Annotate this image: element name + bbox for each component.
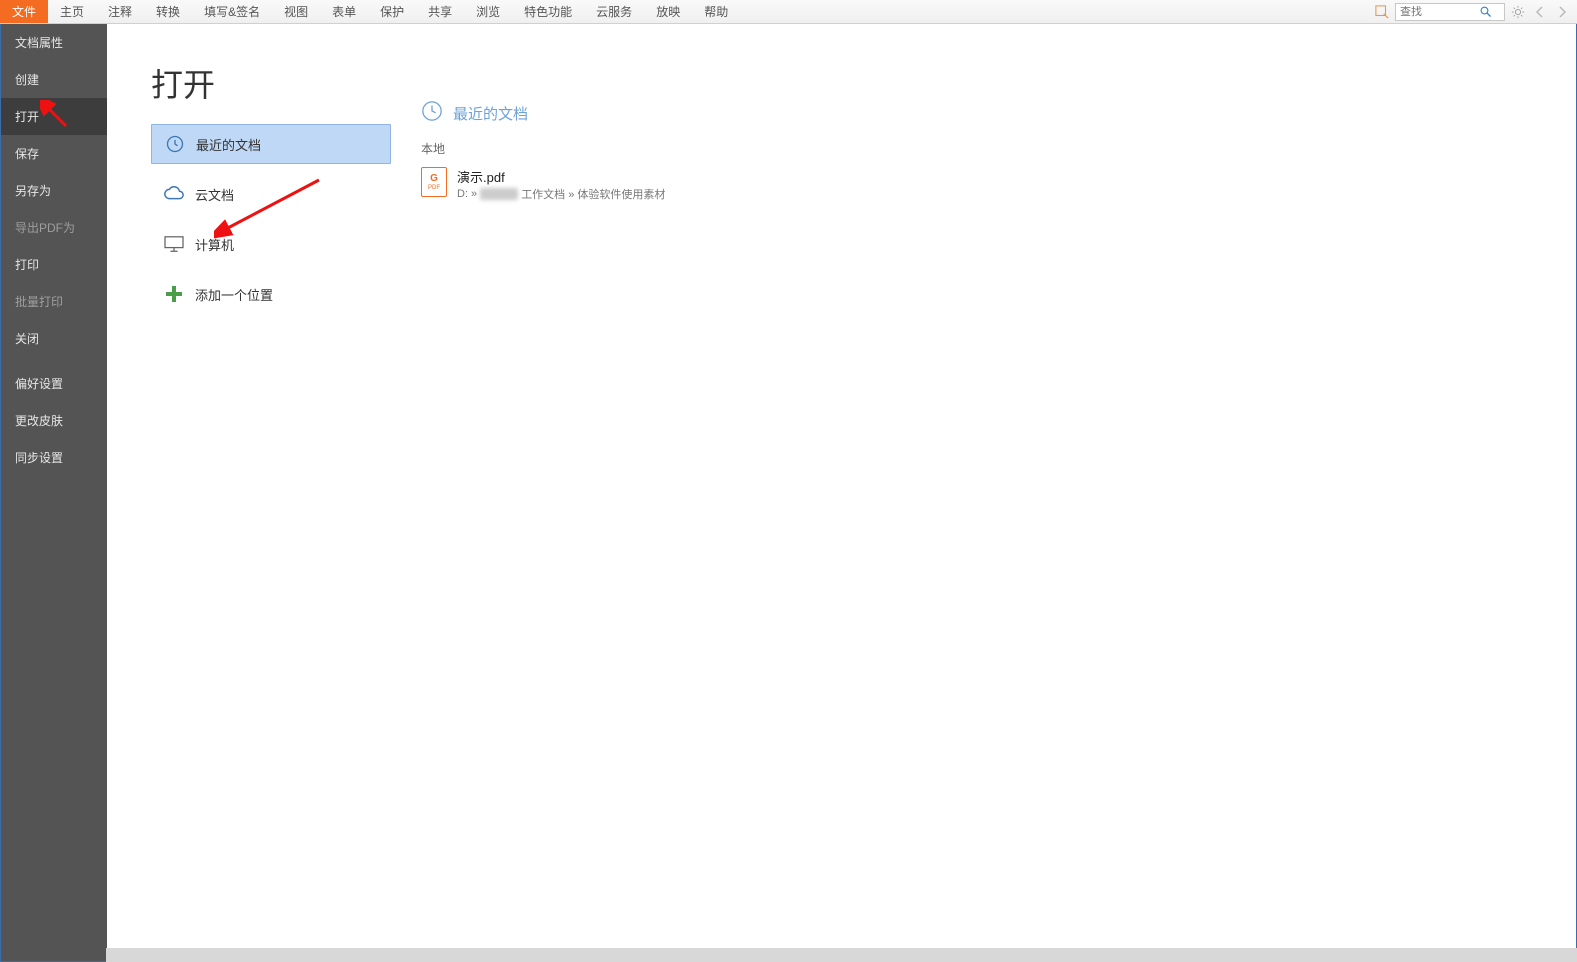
main-area: 文档属性 创建 打开 保存 另存为 导出PDF为 打印 批量打印 关闭 偏好设置… — [0, 24, 1577, 962]
nav-next-icon[interactable] — [1553, 3, 1571, 21]
tab-convert[interactable]: 转换 — [144, 0, 192, 23]
file-path-prefix: D: » — [457, 188, 477, 200]
file-name: 演示.pdf — [457, 167, 665, 186]
tab-feature[interactable]: 特色功能 — [512, 0, 584, 23]
cloud-icon — [163, 183, 185, 205]
plus-icon — [163, 283, 185, 305]
tab-view[interactable]: 视图 — [272, 0, 320, 23]
search-input[interactable] — [1400, 6, 1480, 18]
location-add[interactable]: 添加一个位置 — [151, 274, 391, 314]
tab-play[interactable]: 放映 — [644, 0, 692, 23]
search-mode-icon[interactable] — [1373, 3, 1391, 21]
file-sidebar: 文档属性 创建 打开 保存 另存为 导出PDF为 打印 批量打印 关闭 偏好设置… — [1, 24, 107, 961]
recent-section-local: 本地 — [421, 140, 1576, 157]
recent-header-label: 最近的文档 — [453, 103, 528, 124]
search-box[interactable] — [1395, 3, 1505, 21]
gear-icon[interactable] — [1509, 3, 1527, 21]
tab-cloud[interactable]: 云服务 — [584, 0, 644, 23]
tab-help[interactable]: 帮助 — [692, 0, 740, 23]
location-label: 最近的文档 — [196, 135, 261, 154]
location-cloud[interactable]: 云文档 — [151, 174, 391, 214]
sidebar-separator — [1, 357, 107, 365]
sidebar-item-preferences[interactable]: 偏好设置 — [1, 365, 107, 402]
open-panel-right: 最近的文档 本地 GPDF 演示.pdf D: » xxxx 工作文档 » 体验… — [391, 24, 1576, 961]
sidebar-item-create[interactable]: 创建 — [1, 61, 107, 98]
file-path-rest: 工作文档 » 体验软件使用素材 — [521, 186, 665, 202]
sidebar-item-print[interactable]: 打印 — [1, 246, 107, 283]
computer-icon — [163, 233, 185, 255]
recent-file-item[interactable]: GPDF 演示.pdf D: » xxxx 工作文档 » 体验软件使用素材 — [421, 163, 1576, 206]
nav-prev-icon[interactable] — [1531, 3, 1549, 21]
file-path: D: » xxxx 工作文档 » 体验软件使用素材 — [457, 186, 665, 202]
tab-form[interactable]: 表单 — [320, 0, 368, 23]
content-area: 打开 最近的文档 云文档 — [107, 24, 1576, 961]
page-title: 打开 — [107, 60, 391, 124]
pdf-file-icon: GPDF — [421, 167, 447, 197]
clock-icon — [164, 133, 186, 155]
sidebar-item-export[interactable]: 导出PDF为 — [1, 209, 107, 246]
top-right-controls — [1373, 0, 1577, 23]
sidebar-item-skin[interactable]: 更改皮肤 — [1, 402, 107, 439]
location-computer[interactable]: 计算机 — [151, 224, 391, 264]
sidebar-item-save[interactable]: 保存 — [1, 135, 107, 172]
tab-share[interactable]: 共享 — [416, 0, 464, 23]
sidebar-item-close[interactable]: 关闭 — [1, 320, 107, 357]
sidebar-item-open[interactable]: 打开 — [1, 98, 107, 135]
location-label: 云文档 — [195, 185, 234, 204]
location-label: 计算机 — [195, 235, 234, 254]
file-path-redacted: xxxx — [480, 188, 518, 200]
search-icon[interactable] — [1480, 6, 1492, 18]
tab-protect[interactable]: 保护 — [368, 0, 416, 23]
tab-fillsign[interactable]: 填写&签名 — [192, 0, 272, 23]
recent-header: 最近的文档 — [421, 100, 1576, 126]
location-list: 最近的文档 云文档 计算机 — [107, 124, 391, 324]
open-panel-left: 打开 最近的文档 云文档 — [107, 24, 391, 961]
sidebar-item-sync[interactable]: 同步设置 — [1, 439, 107, 476]
location-label: 添加一个位置 — [195, 285, 273, 304]
sidebar-item-props[interactable]: 文档属性 — [1, 24, 107, 61]
bottom-scrollbar[interactable] — [106, 948, 1577, 962]
tab-browse[interactable]: 浏览 — [464, 0, 512, 23]
tab-annotate[interactable]: 注释 — [96, 0, 144, 23]
clock-icon — [421, 100, 443, 126]
tab-file[interactable]: 文件 — [0, 0, 48, 23]
sidebar-item-saveas[interactable]: 另存为 — [1, 172, 107, 209]
file-text: 演示.pdf D: » xxxx 工作文档 » 体验软件使用素材 — [457, 167, 665, 202]
sidebar-item-batchprint[interactable]: 批量打印 — [1, 283, 107, 320]
top-menu-bar: 文件 主页 注释 转换 填写&签名 视图 表单 保护 共享 浏览 特色功能 云服… — [0, 0, 1577, 24]
tab-home[interactable]: 主页 — [48, 0, 96, 23]
location-recent[interactable]: 最近的文档 — [151, 124, 391, 164]
